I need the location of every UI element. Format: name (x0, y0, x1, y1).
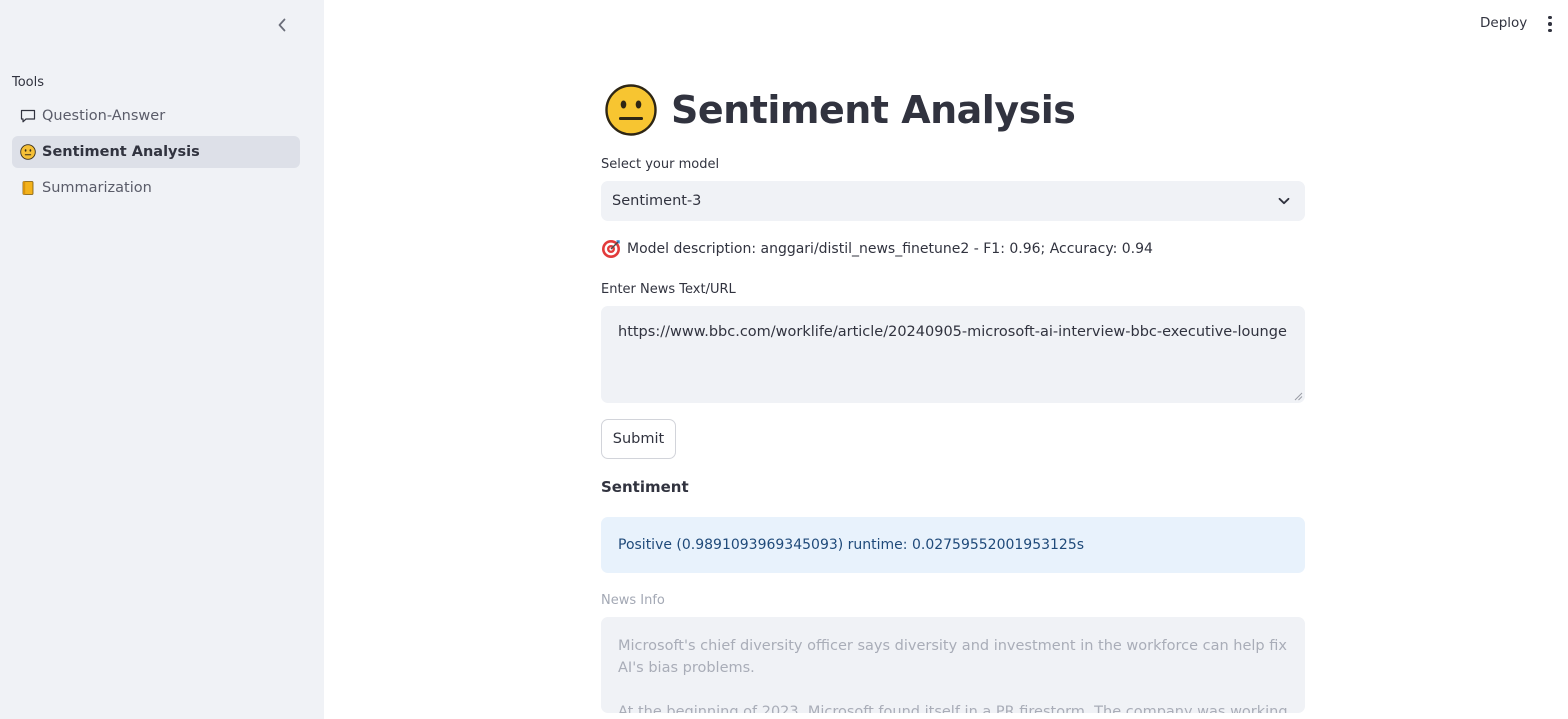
sidebar-item-summarization[interactable]: Summarization (12, 172, 300, 204)
model-select-value: Sentiment-3 (612, 193, 702, 209)
deploy-button[interactable]: Deploy (1474, 12, 1533, 34)
sentiment-result-text: Positive (0.9891093969345093) runtime: 0… (618, 537, 1085, 553)
news-text-input[interactable]: https://www.bbc.com/worklife/article/202… (601, 306, 1305, 403)
app: Tools Question-Answer Sentiment Analysis… (0, 0, 1568, 719)
sidebar: Tools Question-Answer Sentiment Analysis… (0, 0, 324, 719)
sidebar-item-sentiment-analysis[interactable]: Sentiment Analysis (12, 136, 300, 168)
collapse-sidebar-button[interactable] (272, 15, 292, 35)
page-header: Sentiment Analysis (605, 84, 1076, 136)
sidebar-item-question-answer[interactable]: Question-Answer (12, 100, 300, 132)
sidebar-nav: Question-Answer Sentiment Analysis Summa… (12, 100, 300, 208)
sentiment-heading: Sentiment (601, 478, 689, 496)
news-info-label: News Info (601, 593, 665, 608)
news-info-paragraph: At the beginning of 2023, Microsoft foun… (618, 704, 1288, 713)
chevron-down-icon (1278, 197, 1290, 205)
sidebar-item-label: Summarization (42, 180, 152, 196)
neutral-face-icon (605, 84, 657, 136)
news-input-label: Enter News Text/URL (601, 282, 736, 297)
sentiment-result-box: Positive (0.9891093969345093) runtime: 0… (601, 517, 1305, 573)
news-info-paragraph: Microsoft's chief diversity officer says… (618, 638, 1287, 676)
sidebar-item-label: Question-Answer (42, 108, 166, 124)
kebab-dot (1548, 15, 1552, 20)
sidebar-item-label: Sentiment Analysis (42, 144, 200, 160)
kebab-dot (1548, 22, 1552, 26)
sidebar-heading: Tools (12, 75, 45, 90)
speech-bubble-icon (20, 108, 36, 124)
kebab-dot (1548, 28, 1552, 33)
model-select-label: Select your model (601, 157, 720, 172)
model-description: Model description: anggari/distil_news_f… (601, 239, 1153, 259)
chevron-left-icon (278, 18, 286, 32)
model-description-text: Model description: anggari/distil_news_f… (627, 241, 1153, 257)
neutral-face-icon (20, 144, 36, 160)
model-select[interactable]: Sentiment-3 (601, 181, 1305, 221)
resize-handle-icon[interactable] (1294, 392, 1303, 401)
news-info-textarea[interactable]: Microsoft's chief diversity officer says… (601, 617, 1305, 713)
main-menu-button[interactable] (1541, 13, 1559, 35)
submit-button[interactable]: Submit (601, 419, 676, 459)
page-title: Sentiment Analysis (671, 88, 1076, 132)
dart-target-icon (602, 240, 620, 258)
notebook-icon (20, 180, 36, 196)
news-text-value: https://www.bbc.com/worklife/article/202… (618, 324, 1287, 340)
